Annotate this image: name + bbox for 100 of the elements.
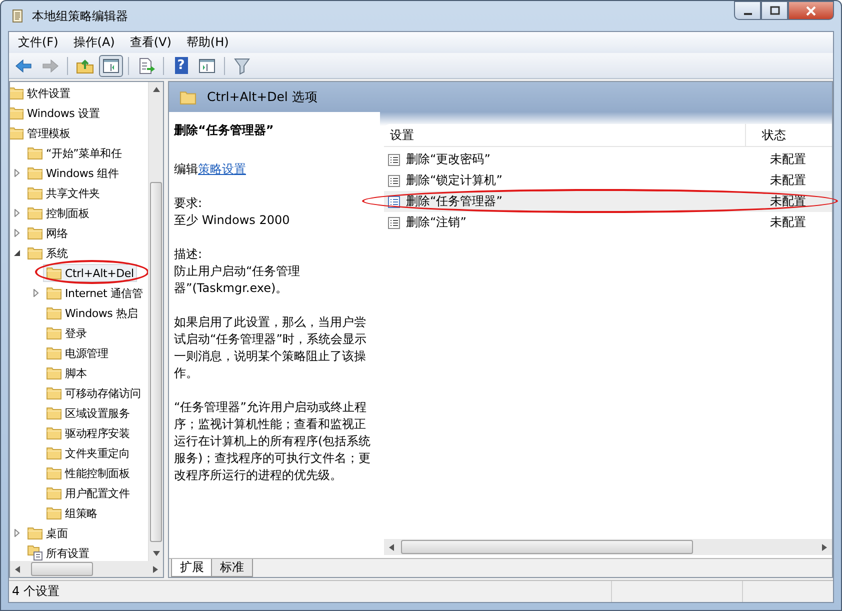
setting-name: 删除“任务管理器” <box>406 193 504 210</box>
tree-pane-icon[interactable] <box>99 54 123 76</box>
column-header[interactable]: 状态 <box>746 126 832 144</box>
setting-state: 未配置 <box>770 172 807 189</box>
edit-label: 编辑 <box>174 162 198 176</box>
collapsed-triangle-icon[interactable] <box>12 529 22 537</box>
horizontal-scrollbar[interactable] <box>384 539 832 555</box>
folder-icon <box>46 406 62 420</box>
scrollbar-thumb[interactable] <box>401 540 693 554</box>
tree-item[interactable]: 电源管理 <box>43 344 112 362</box>
expanded-triangle-icon[interactable] <box>12 249 22 257</box>
menu-item[interactable]: 文件(F) <box>12 34 64 51</box>
tree-item[interactable]: 网络 <box>24 224 71 242</box>
folder-icon <box>46 326 62 340</box>
tree-item[interactable]: Windows 热启 <box>43 304 141 322</box>
tree-item[interactable]: Windows 设置 <box>10 104 103 122</box>
column-header[interactable]: 设置 <box>384 124 746 146</box>
tree-item[interactable]: 控制面板 <box>24 204 92 222</box>
tree-item[interactable]: 用户配置文件 <box>43 484 133 502</box>
tree-item[interactable]: 登录 <box>43 324 90 342</box>
folder-icon <box>27 206 43 220</box>
tree-item[interactable]: Windows 组件 <box>24 164 122 182</box>
setting-title: 删除“任务管理器” <box>174 122 275 139</box>
tree-item[interactable]: 管理模板 <box>10 124 74 142</box>
close-button[interactable] <box>788 1 834 20</box>
folder-icon <box>46 286 62 300</box>
tree-item[interactable]: 共享文件夹 <box>24 184 104 202</box>
maximize-button[interactable] <box>761 1 788 20</box>
description-text: 如果启用了此设置，那么，当用户尝试启动“任务管理器”时，系统会显示一则消息，说明某个策略阻止了该操作。 <box>174 314 368 382</box>
section-label: 描述: <box>174 246 204 263</box>
tree-item[interactable]: “开始”菜单和任 <box>24 144 125 162</box>
setting-state: 未配置 <box>770 193 807 210</box>
tree-item[interactable]: 可移动存储访问 <box>43 384 144 402</box>
view-tab[interactable]: 扩展 <box>171 559 213 577</box>
folder-icon <box>27 146 43 160</box>
folder-icon <box>10 126 24 140</box>
setting-row[interactable]: 删除“注销” 未配置 <box>384 212 832 233</box>
setting-row[interactable]: 删除“任务管理器” 未配置 <box>384 191 832 212</box>
setting-row[interactable]: 删除“更改密码” 未配置 <box>384 149 832 170</box>
scrollbar-thumb[interactable] <box>150 182 162 542</box>
policy-settings-link[interactable]: 策略设置 <box>198 162 246 176</box>
setting-name: 删除“更改密码” <box>406 151 492 168</box>
setting-state: 未配置 <box>770 214 807 231</box>
collapsed-triangle-icon[interactable] <box>31 289 41 297</box>
tree-item[interactable]: Internet 通信管 <box>43 284 146 302</box>
folder-icon <box>46 466 62 480</box>
menu-item[interactable]: 帮助(H) <box>180 34 235 51</box>
tree-item[interactable]: 组策略 <box>43 504 100 522</box>
tree-item[interactable]: 区域设置服务 <box>43 404 133 422</box>
scroll-right-icon[interactable] <box>822 544 827 550</box>
collapsed-triangle-icon[interactable] <box>12 169 22 177</box>
folder-icon <box>46 366 62 380</box>
view-tab[interactable]: 标准 <box>211 559 253 577</box>
folder-icon <box>27 226 43 240</box>
minimize-icon <box>744 12 752 14</box>
tree-item[interactable]: Ctrl+Alt+Del <box>43 264 137 282</box>
tree-item[interactable]: 桌面 <box>24 524 71 542</box>
folder-icon <box>46 426 62 440</box>
folder-icon <box>46 266 62 280</box>
menu-item[interactable]: 查看(V) <box>124 34 178 51</box>
scroll-left-icon[interactable] <box>15 566 20 572</box>
tree-item[interactable]: 驱动程序安装 <box>43 424 133 442</box>
close-icon <box>806 6 816 16</box>
tree-item[interactable]: 软件设置 <box>10 84 74 102</box>
policy-icon <box>387 194 401 208</box>
window-title: 本地组策略编辑器 <box>32 8 128 24</box>
setting-name: 删除“注销” <box>406 214 468 231</box>
scrollbar-thumb[interactable] <box>31 562 93 576</box>
scroll-up-icon[interactable] <box>152 87 160 92</box>
folder-icon <box>46 306 62 320</box>
scroll-left-icon[interactable] <box>389 544 394 550</box>
folder-icon <box>27 246 43 260</box>
scroll-right-icon[interactable] <box>153 566 158 572</box>
folder-icon <box>10 106 24 120</box>
description-text: 防止用户启动“任务管理器”(Taskmgr.exe)。 <box>174 263 302 297</box>
tree-item[interactable]: 性能控制面板 <box>43 464 133 482</box>
description-text: “任务管理器”允许用户启动或终止程序；监视计算机性能；查看和监视正运行在计算机上的所有程序(包括系统服务)；查找程序的可执行文件名；更改程序所运行的进程的优先级。 <box>174 399 372 484</box>
tree-item[interactable]: 文件夹重定向 <box>43 444 133 462</box>
scroll-down-icon[interactable] <box>152 551 160 556</box>
pane-title: Ctrl+Alt+Del 选项 <box>207 88 318 106</box>
collapsed-triangle-icon[interactable] <box>12 229 22 237</box>
policy-icon <box>387 216 401 230</box>
tree-item[interactable]: 脚本 <box>43 364 90 382</box>
folder-icon <box>27 526 43 540</box>
collapsed-triangle-icon[interactable] <box>12 209 22 217</box>
menu-item[interactable]: 操作(A) <box>67 34 121 51</box>
folder-icon <box>10 86 24 100</box>
setting-row[interactable]: 删除“锁定计算机” 未配置 <box>384 170 832 191</box>
folder-icon <box>27 186 43 200</box>
vertical-scrollbar[interactable] <box>148 82 163 561</box>
help-button[interactable]: ? <box>169 54 193 76</box>
description-text: 至少 Windows 2000 <box>174 212 291 229</box>
tree-item[interactable]: 所有设置 <box>24 543 92 561</box>
folder-icon <box>27 166 43 180</box>
minimize-button[interactable] <box>734 1 761 20</box>
horizontal-scrollbar[interactable] <box>10 561 163 577</box>
settings-folder-icon <box>27 545 43 561</box>
tree-item[interactable]: 系统 <box>24 244 71 262</box>
policy-icon <box>387 152 401 166</box>
section-label: 要求: <box>174 195 204 212</box>
